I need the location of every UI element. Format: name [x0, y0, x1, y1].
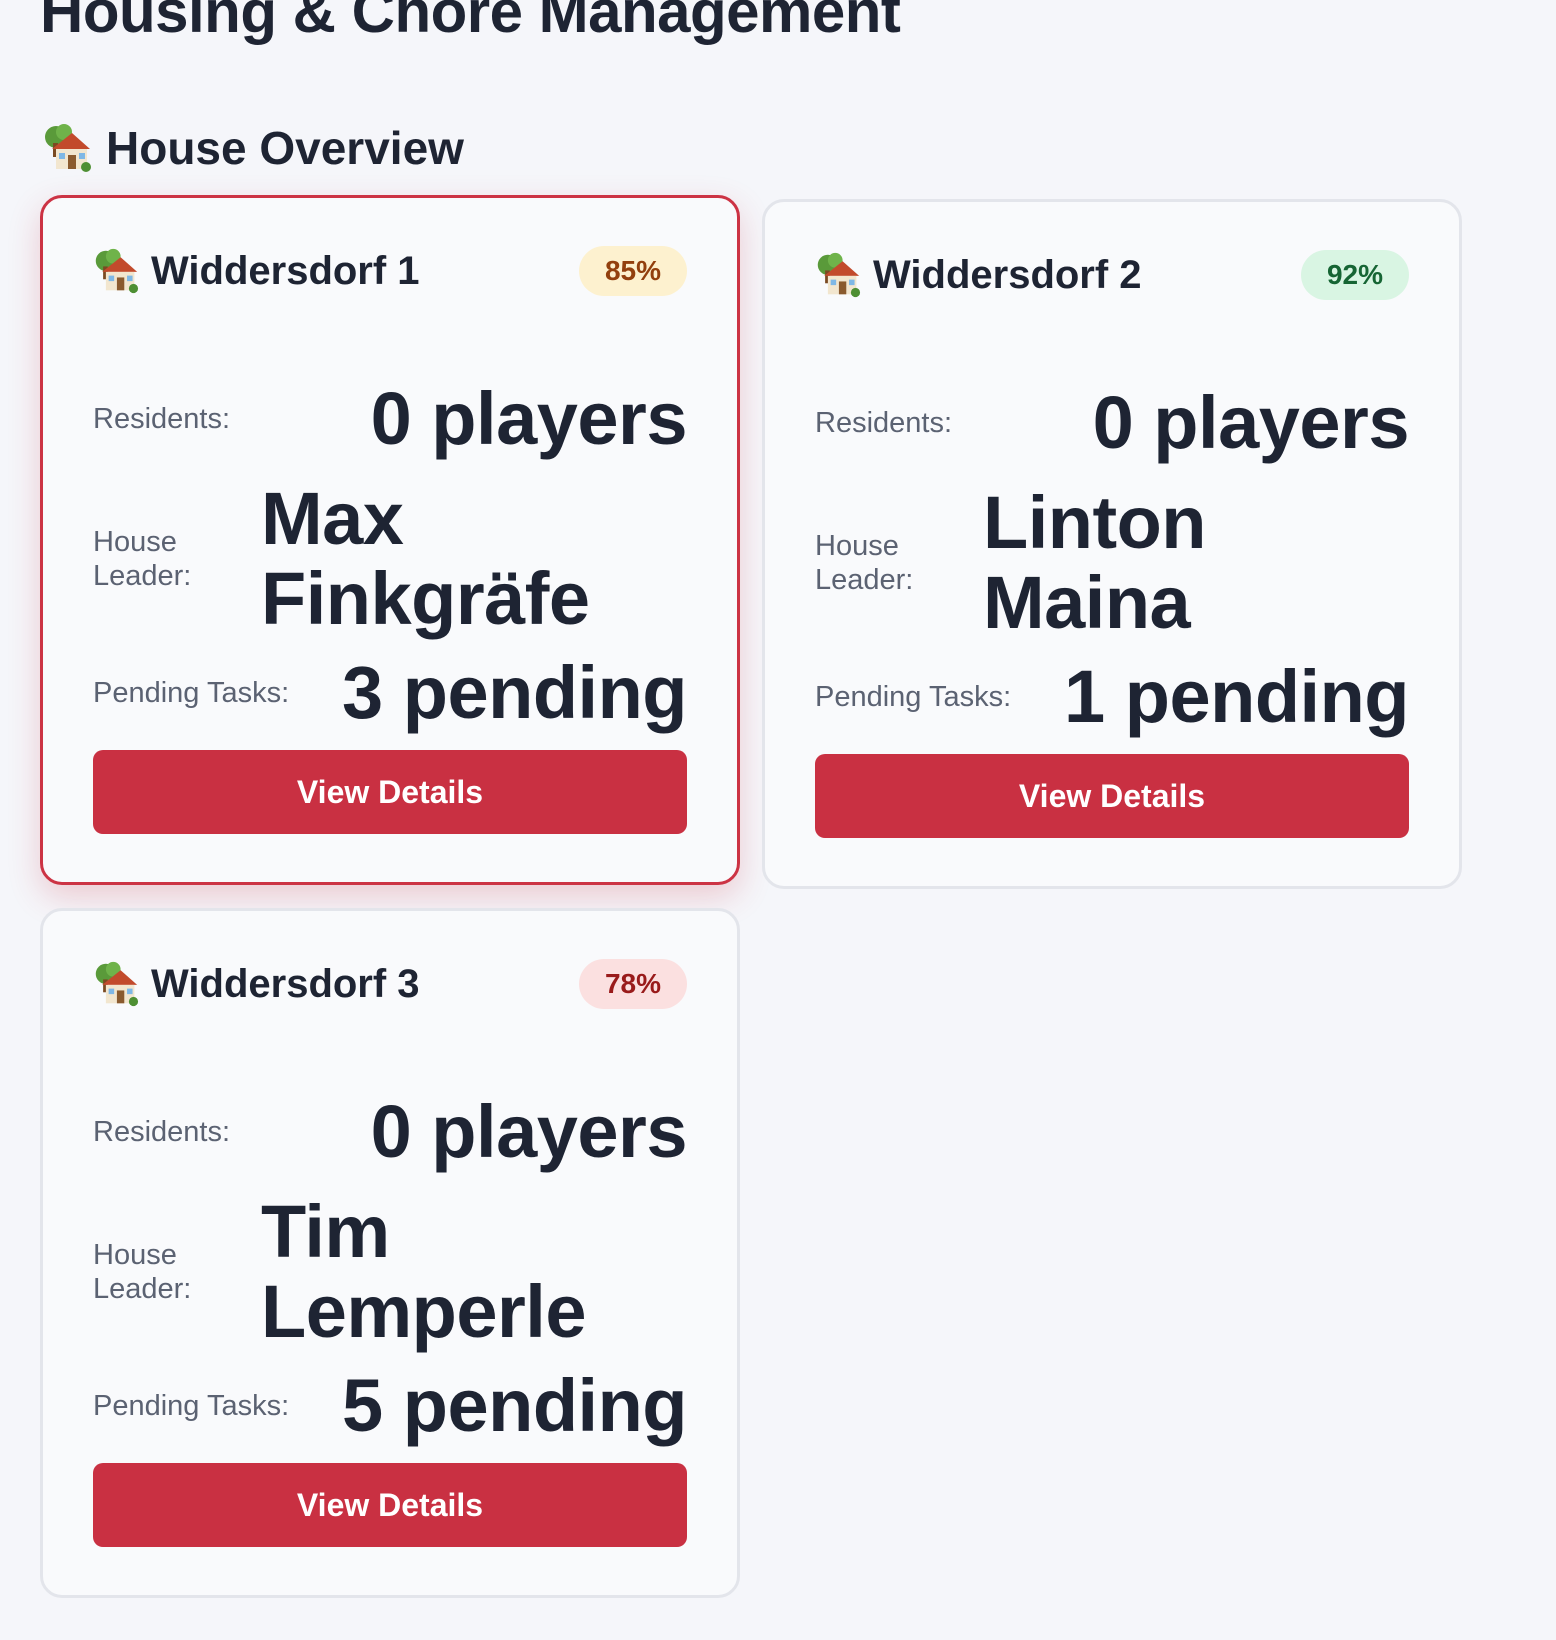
house-leader-label: House Leader: [93, 526, 192, 592]
house-card[interactable]: Widdersdorf 2 92% Residents: 0 players H… [762, 199, 1462, 889]
card-header: Widdersdorf 3 78% [93, 959, 687, 1009]
page-title: Housing & Chore Management [40, 0, 901, 45]
pending-tasks-row: Pending Tasks: 3 pending [93, 648, 687, 738]
view-details-button[interactable]: View Details [815, 754, 1409, 838]
view-details-button[interactable]: View Details [93, 750, 687, 834]
house-card[interactable]: Widdersdorf 1 85% Residents: 0 players H… [40, 195, 740, 885]
house-name: Widdersdorf 2 [873, 252, 1142, 297]
house-with-garden-icon [93, 961, 139, 1007]
pending-tasks-label: Pending Tasks: [93, 1390, 290, 1422]
pending-tasks-value: 5 pending [342, 1364, 687, 1447]
house-card[interactable]: Widdersdorf 3 78% Residents: 0 players H… [40, 908, 740, 1598]
score-badge: 92% [1300, 250, 1409, 300]
house-leader-label: House Leader: [93, 1239, 192, 1305]
pending-tasks-label: Pending Tasks: [93, 677, 290, 709]
residents-value: 0 players [370, 1090, 688, 1173]
view-details-button[interactable]: View Details [93, 1463, 687, 1547]
residents-row: Residents: 0 players [93, 374, 688, 464]
residents-row: Residents: 0 players [815, 378, 1410, 468]
score-badge: 85% [578, 246, 687, 296]
residents-value: 0 players [1092, 381, 1410, 464]
pending-tasks-value: 1 pending [1064, 655, 1409, 738]
pending-tasks-label: Pending Tasks: [815, 681, 1012, 713]
house-name: Widdersdorf 3 [151, 961, 420, 1006]
residents-value: 0 players [370, 377, 688, 460]
house-leader-row: House Leader: Linton Maina [815, 478, 1409, 648]
pending-tasks-row: Pending Tasks: 5 pending [93, 1361, 687, 1451]
card-header: Widdersdorf 1 85% [93, 246, 687, 296]
house-leader-label: House Leader: [815, 530, 914, 596]
residents-label: Residents: [93, 403, 231, 435]
residents-row: Residents: 0 players [93, 1087, 688, 1177]
pending-tasks-value: 3 pending [342, 651, 687, 734]
house-leader-value: Linton Maina [983, 481, 1207, 644]
house-name: Widdersdorf 1 [151, 248, 420, 293]
pending-tasks-row: Pending Tasks: 1 pending [815, 652, 1409, 742]
score-badge: 78% [578, 959, 687, 1009]
house-with-garden-icon [93, 248, 139, 294]
house-leader-row: House Leader: Max Finkgräfe [93, 474, 687, 644]
house-with-garden-icon [42, 123, 92, 173]
section-title-label: House Overview [106, 122, 464, 174]
residents-label: Residents: [815, 407, 953, 439]
section-title: House Overview [42, 120, 464, 176]
house-leader-value: Tim Lemperle [261, 1190, 587, 1353]
house-leader-row: House Leader: Tim Lemperle [93, 1187, 687, 1357]
house-leader-value: Max Finkgräfe [261, 477, 590, 640]
house-with-garden-icon [815, 252, 861, 298]
residents-label: Residents: [93, 1116, 231, 1148]
card-header: Widdersdorf 2 92% [815, 250, 1409, 300]
